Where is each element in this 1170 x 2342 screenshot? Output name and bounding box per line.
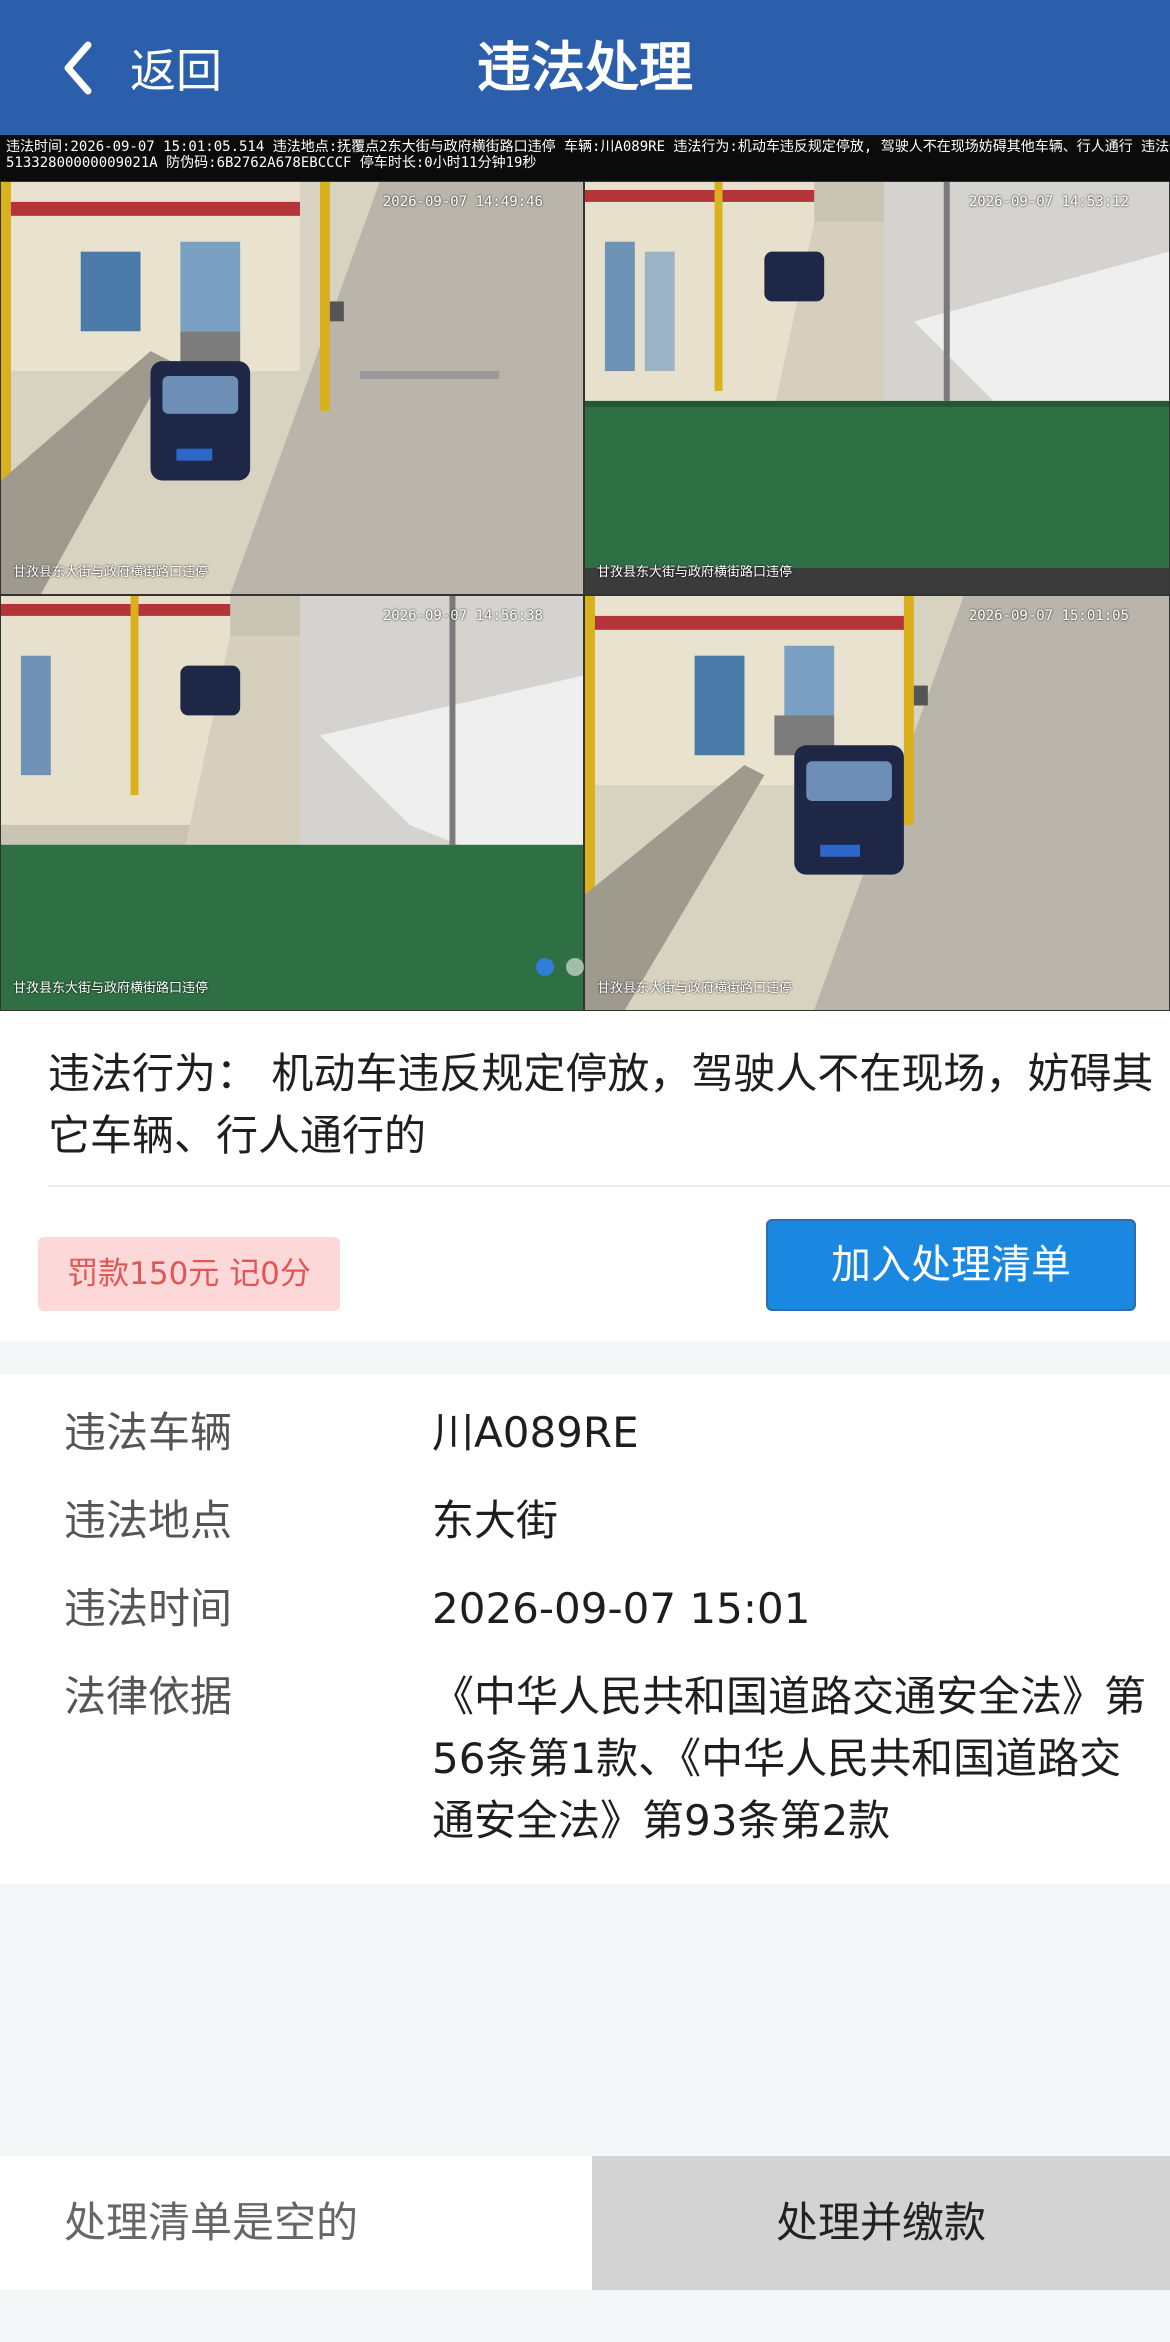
frame-timestamp: 2026-09-07 14:56:38 xyxy=(382,608,543,624)
carousel-dot[interactable] xyxy=(536,958,554,976)
photo-info-line-1: 违法时间:2026-09-07 15:01:05.514 违法地点:抚覆点2东大… xyxy=(6,139,1170,155)
violation-details: 违法车辆 川A089RE 违法地点 东大街 违法时间 2026-09-07 15… xyxy=(0,1374,1170,1884)
detail-label: 违法地点 xyxy=(64,1496,233,1545)
photo-info-line-2: 51332800000009021A 防伪码:6B2762A678EBCCCF … xyxy=(6,155,537,171)
evidence-frame-3: 2026-09-07 14:56:38 甘孜县东大街与政府横街路口违停 xyxy=(0,595,584,1011)
street-scene-image xyxy=(585,182,1169,594)
detail-label: 违法车辆 xyxy=(64,1408,233,1457)
street-scene-image xyxy=(1,182,583,594)
evidence-photo-carousel[interactable]: 违法时间:2026-09-07 15:01:05.514 违法地点:抚覆点2东大… xyxy=(0,135,1170,1011)
process-and-pay-button[interactable]: 处理并缴款 xyxy=(592,2156,1170,2290)
carousel-indicator xyxy=(536,958,584,976)
evidence-frame-1: 2026-09-07 14:49:46 甘孜县东大街与政府横街路口违停 xyxy=(0,181,584,595)
street-scene-image xyxy=(585,596,1169,1010)
detail-label: 违法时间 xyxy=(64,1584,233,1633)
add-to-list-button[interactable]: 加入处理清单 xyxy=(766,1219,1136,1311)
frame-caption: 甘孜县东大街与政府横街路口违停 xyxy=(13,981,209,996)
frame-timestamp: 2026-09-07 14:53:12 xyxy=(968,194,1129,210)
evidence-frames: 2026-09-07 14:49:46 甘孜县东大街与政府横街路口违停 2026… xyxy=(0,181,1170,1011)
frame-timestamp: 2026-09-07 14:49:46 xyxy=(382,194,543,210)
carousel-dot[interactable] xyxy=(566,958,584,976)
evidence-frame-4: 2026-09-07 15:01:05 甘孜县东大街与政府横街路口违停 xyxy=(584,595,1170,1011)
frame-caption: 甘孜县东大街与政府横街路口违停 xyxy=(13,565,209,580)
frame-caption: 甘孜县东大街与政府横街路口违停 xyxy=(597,565,793,580)
detail-value: 《中华人民共和国道路交通安全法》第56条第1款、《中华人民共和国道路交通安全法》… xyxy=(432,1672,1147,1845)
process-list-status: 处理清单是空的 xyxy=(0,2156,592,2290)
detail-label: 法律依据 xyxy=(64,1672,233,1721)
photo-info-strip: 违法时间:2026-09-07 15:01:05.514 违法地点:抚覆点2东大… xyxy=(0,135,1170,181)
frame-caption: 甘孜县东大街与政府横街路口违停 xyxy=(597,981,793,996)
footer-bar: 处理清单是空的 处理并缴款 xyxy=(0,2156,1170,2290)
detail-value: 2026-09-07 15:01 xyxy=(432,1584,811,1633)
frame-timestamp: 2026-09-07 15:01:05 xyxy=(968,608,1129,624)
nav-bar: 返回 违法处理 xyxy=(0,0,1170,135)
violation-summary: 违法行为： 机动车违反规定停放，驾驶人不在现场，妨碍其它车辆、行人通行的 罚款1… xyxy=(0,1011,1170,1341)
detail-value: 东大街 xyxy=(432,1496,559,1545)
detail-value: 川A089RE xyxy=(432,1408,639,1457)
street-scene-image xyxy=(1,596,583,1010)
page-title: 违法处理 xyxy=(477,36,693,99)
evidence-frame-2: 2026-09-07 14:53:12 甘孜县东大街与政府横街路口违停 xyxy=(584,181,1170,595)
penalty-badge: 罚款150元 记0分 xyxy=(38,1237,340,1311)
divider xyxy=(48,1185,1170,1187)
violation-behavior: 违法行为： 机动车违反规定停放，驾驶人不在现场，妨碍其它车辆、行人通行的 xyxy=(48,1049,1154,1160)
